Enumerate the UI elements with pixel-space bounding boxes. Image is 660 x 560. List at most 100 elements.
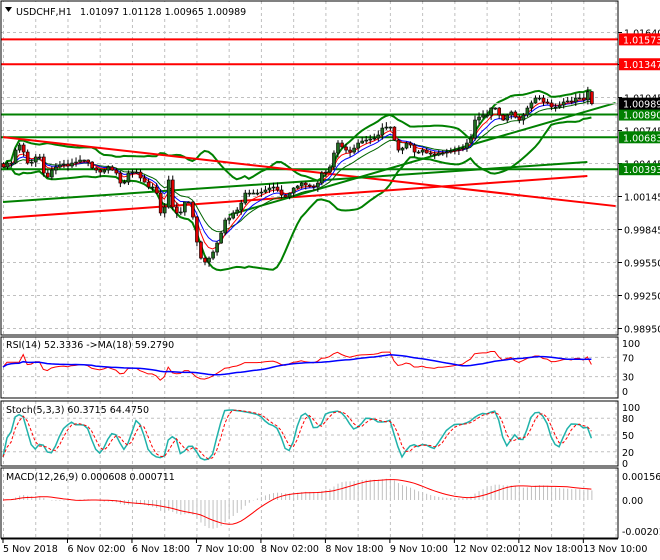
candle-bullish[interactable] bbox=[400, 147, 405, 151]
candle-bearish[interactable] bbox=[344, 146, 348, 151]
candle-bullish[interactable] bbox=[37, 156, 42, 159]
candle-bearish[interactable] bbox=[303, 182, 308, 186]
candle-bullish[interactable] bbox=[388, 126, 393, 129]
candle-bullish[interactable] bbox=[404, 142, 409, 149]
candle-bearish[interactable] bbox=[110, 166, 115, 171]
candle-bearish[interactable] bbox=[275, 186, 280, 191]
candle-bullish[interactable] bbox=[54, 166, 58, 171]
chart-canvas[interactable]: 1.016401.013451.010451.007451.004451.001… bbox=[0, 0, 660, 560]
macd-panel[interactable] bbox=[2, 478, 593, 529]
trendline[interactable] bbox=[228, 102, 616, 217]
candle-bullish[interactable] bbox=[70, 162, 74, 167]
candle-bearish[interactable] bbox=[191, 201, 195, 218]
candle-bullish[interactable] bbox=[485, 114, 489, 117]
candle-bullish[interactable] bbox=[50, 169, 54, 178]
candle-bullish[interactable] bbox=[561, 101, 566, 106]
candle-bullish[interactable] bbox=[150, 186, 155, 189]
candle-bearish[interactable] bbox=[396, 139, 401, 151]
candle-bullish[interactable] bbox=[299, 182, 304, 187]
candle-bullish[interactable] bbox=[352, 147, 356, 153]
candle-bullish[interactable] bbox=[368, 138, 373, 141]
candle-bearish[interactable] bbox=[582, 97, 586, 101]
candle-bullish[interactable] bbox=[231, 212, 236, 219]
candle-bullish[interactable] bbox=[565, 100, 570, 103]
candle-bullish[interactable] bbox=[187, 201, 191, 204]
candle-bullish[interactable] bbox=[324, 171, 328, 174]
candle-bullish[interactable] bbox=[577, 97, 582, 100]
candle-bullish[interactable] bbox=[533, 97, 538, 104]
candle-bullish[interactable] bbox=[215, 242, 219, 253]
candle-bullish[interactable] bbox=[420, 149, 425, 153]
candle-bullish[interactable] bbox=[320, 172, 324, 184]
candle-bullish[interactable] bbox=[557, 104, 562, 108]
candle-bullish[interactable] bbox=[449, 150, 453, 153]
candle-bearish[interactable] bbox=[199, 241, 203, 259]
candle-bullish[interactable] bbox=[477, 116, 481, 121]
candle-bullish[interactable] bbox=[227, 217, 231, 221]
candle-bullish[interactable] bbox=[13, 149, 18, 164]
candle-bearish[interactable] bbox=[158, 192, 163, 214]
candle-bullish[interactable] bbox=[267, 187, 272, 191]
candle-bullish[interactable] bbox=[509, 111, 514, 116]
candle-bearish[interactable] bbox=[195, 216, 199, 243]
candle-bearish[interactable] bbox=[545, 101, 550, 104]
candle-bearish[interactable] bbox=[114, 169, 119, 174]
candle-bullish[interactable] bbox=[436, 152, 441, 156]
candle-bearish[interactable] bbox=[412, 144, 417, 153]
candle-bearish[interactable] bbox=[432, 153, 437, 156]
candle-bullish[interactable] bbox=[469, 137, 473, 144]
candle-bearish[interactable] bbox=[497, 107, 501, 116]
candle-bullish[interactable] bbox=[416, 151, 421, 154]
candle-bearish[interactable] bbox=[1, 163, 6, 168]
candle-bullish[interactable] bbox=[473, 119, 477, 139]
candle-bullish[interactable] bbox=[332, 152, 336, 168]
candle-bullish[interactable] bbox=[239, 202, 244, 211]
candle-bullish[interactable] bbox=[384, 126, 389, 129]
candle-bullish[interactable] bbox=[255, 192, 260, 195]
candle-bullish[interactable] bbox=[481, 114, 485, 118]
candle-bullish[interactable] bbox=[166, 179, 171, 208]
candle-bullish[interactable] bbox=[457, 148, 461, 151]
candle-bearish[interactable] bbox=[549, 102, 554, 108]
candle-bullish[interactable] bbox=[376, 134, 381, 139]
candle-bearish[interactable] bbox=[340, 142, 344, 148]
candle-bullish[interactable] bbox=[251, 192, 256, 195]
candle-bullish[interactable] bbox=[521, 114, 526, 121]
candle-bullish[interactable] bbox=[453, 149, 457, 152]
candle-bullish[interactable] bbox=[219, 232, 223, 244]
main-price-panel[interactable] bbox=[1, 38, 618, 272]
candle-bearish[interactable] bbox=[307, 184, 312, 187]
candle-bearish[interactable] bbox=[46, 172, 50, 178]
candle-bullish[interactable] bbox=[263, 189, 268, 193]
candle-bullish[interactable] bbox=[336, 142, 340, 154]
candle-bullish[interactable] bbox=[33, 156, 38, 163]
candle-bullish[interactable] bbox=[465, 142, 469, 149]
candle-bullish[interactable] bbox=[58, 164, 62, 168]
candle-bullish[interactable] bbox=[183, 201, 187, 213]
candle-bullish[interactable] bbox=[74, 161, 78, 164]
candle-bullish[interactable] bbox=[126, 172, 131, 183]
candle-bullish[interactable] bbox=[82, 159, 86, 162]
candle-bearish[interactable] bbox=[392, 126, 397, 141]
candle-bullish[interactable] bbox=[573, 97, 578, 103]
candle-bullish[interactable] bbox=[525, 107, 530, 116]
candle-bullish[interactable] bbox=[489, 107, 493, 116]
candle-bullish[interactable] bbox=[356, 142, 360, 149]
candle-bullish[interactable] bbox=[372, 137, 377, 140]
candle-bearish[interactable] bbox=[501, 114, 506, 121]
candle-bearish[interactable] bbox=[283, 194, 288, 198]
candle-bullish[interactable] bbox=[461, 147, 465, 150]
candle-bullish[interactable] bbox=[179, 211, 183, 214]
candle-bearish[interactable] bbox=[66, 163, 70, 167]
candle-bearish[interactable] bbox=[348, 149, 352, 153]
candle-bullish[interactable] bbox=[9, 162, 14, 165]
candle-bullish[interactable] bbox=[223, 219, 227, 234]
candle-bearish[interactable] bbox=[138, 171, 143, 179]
candle-bullish[interactable] bbox=[505, 114, 510, 121]
candle-bullish[interactable] bbox=[243, 192, 248, 204]
candle-bullish[interactable] bbox=[287, 192, 292, 198]
candle-bearish[interactable] bbox=[174, 206, 179, 214]
candle-bullish[interactable] bbox=[328, 166, 332, 173]
candle-bullish[interactable] bbox=[440, 152, 445, 155]
candle-bullish[interactable] bbox=[78, 159, 82, 163]
